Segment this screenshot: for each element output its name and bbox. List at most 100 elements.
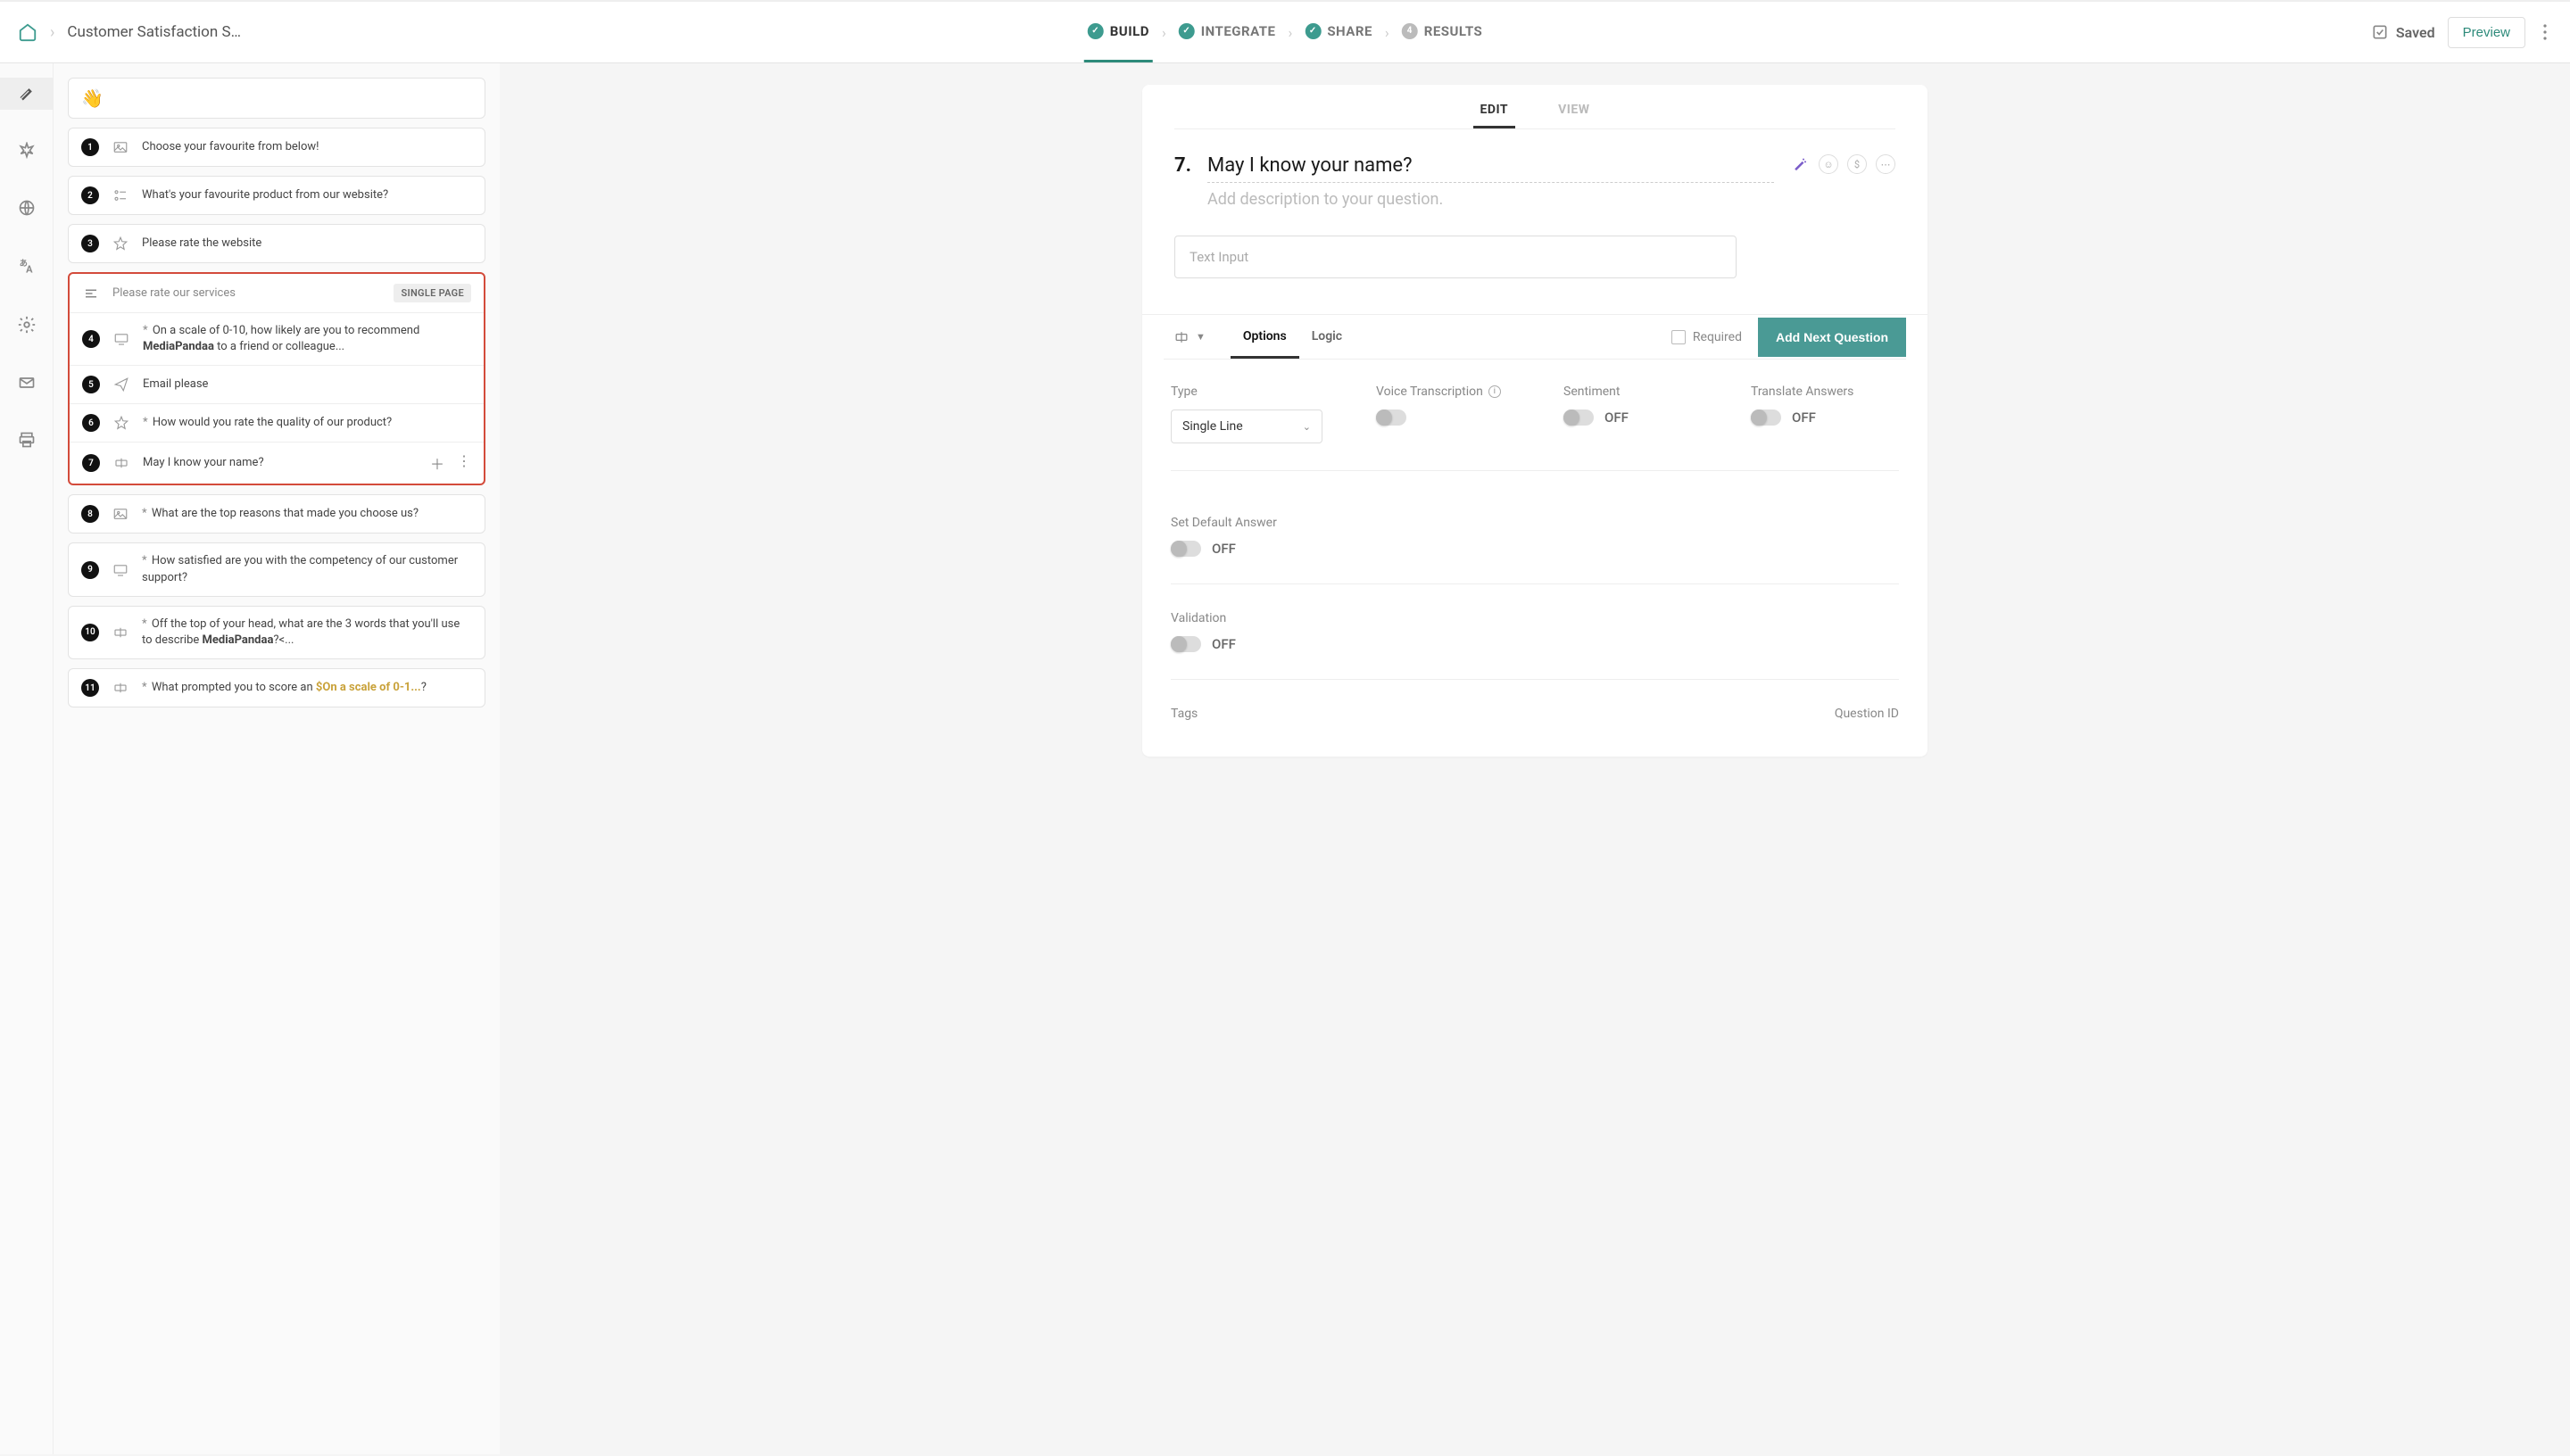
question-number: 7.	[1174, 154, 1191, 177]
rail-edit-icon[interactable]	[0, 78, 53, 110]
tags-label: Tags	[1171, 707, 1198, 721]
question-group: Please rate our services SINGLE PAGE 4* …	[68, 272, 485, 485]
sentiment-toggle[interactable]	[1563, 410, 1594, 426]
question-number-badge: 3	[81, 235, 99, 252]
group-question-item[interactable]: 4* On a scale of 0-10, how likely are yo…	[70, 313, 484, 366]
options-panel: ▼ Options Logic Required Add Next Questi…	[1142, 314, 1928, 757]
check-icon: ✓	[1088, 23, 1104, 39]
more-menu-icon[interactable]	[2538, 24, 2552, 40]
question-text: * How satisfied are you with the compete…	[142, 553, 472, 585]
question-type-dropdown[interactable]: ▼	[1164, 318, 1215, 357]
list-check-icon	[112, 187, 129, 203]
question-card[interactable]: 8* What are the top reasons that made yo…	[68, 494, 485, 534]
translate-toggle[interactable]	[1751, 410, 1781, 426]
image-icon	[112, 139, 129, 155]
add-icon[interactable]: ＋	[430, 452, 444, 474]
question-text: Please rate the website	[142, 236, 261, 252]
group-question-item[interactable]: 5 Email please	[70, 366, 484, 404]
question-text: * What are the top reasons that made you…	[142, 506, 419, 522]
group-question-item[interactable]: 6 * How would you rate the quality of our…	[70, 404, 484, 443]
step-build[interactable]: ✓ BUILD	[1084, 2, 1153, 62]
question-card[interactable]: 2 What's your favourite product from our …	[68, 176, 485, 215]
build-steps: ✓ BUILD › ✓ INTEGRATE › ✓ SHARE › 4 RESU…	[1084, 2, 1487, 62]
preview-button[interactable]: Preview	[2448, 17, 2525, 48]
add-next-question-button[interactable]: Add Next Question	[1758, 318, 1906, 357]
checkbox-icon[interactable]	[1671, 330, 1686, 344]
topbar: › Customer Satisfaction Sur… ✓ BUILD › ✓…	[0, 0, 2570, 63]
more-icon[interactable]: ⋯	[1876, 154, 1895, 174]
saved-indicator: Saved	[2371, 23, 2435, 41]
tab-options[interactable]: Options	[1231, 315, 1299, 359]
type-select[interactable]: Single Line ⌄	[1171, 410, 1322, 443]
question-number-badge: 9	[81, 561, 99, 579]
step-results[interactable]: 4 RESULTS	[1398, 2, 1487, 62]
tab-logic[interactable]: Logic	[1299, 315, 1355, 359]
check-icon: ✓	[1179, 23, 1195, 39]
rail-theme-icon[interactable]	[0, 135, 53, 167]
question-text: Email please	[143, 376, 208, 393]
question-number-badge: 1	[81, 138, 99, 156]
rail-print-icon[interactable]	[0, 424, 53, 456]
wave-emoji-icon: 👋	[81, 87, 104, 109]
screen-icon	[112, 562, 129, 578]
home-icon[interactable]	[18, 22, 37, 42]
textbox-icon	[112, 680, 129, 696]
question-card[interactable]: 1 Choose your favourite from below!	[68, 128, 485, 167]
question-card[interactable]: 9 * How satisfied are you with the compet…	[68, 542, 485, 596]
question-description-input[interactable]: Add description to your question.	[1207, 190, 1774, 209]
rail-language-icon[interactable]: あA	[0, 249, 53, 283]
sentiment-label: Sentiment	[1563, 385, 1697, 399]
translate-label: Translate Answers	[1751, 385, 1885, 399]
default-answer-label: Set Default Answer	[1171, 516, 1899, 530]
question-text: What's your favourite product from our w…	[142, 187, 388, 203]
question-number-badge: 4	[82, 330, 100, 348]
group-title: Please rate our services	[112, 286, 381, 300]
welcome-card[interactable]: 👋	[68, 78, 485, 119]
group-header[interactable]: Please rate our services SINGLE PAGE	[70, 274, 484, 313]
question-list-panel: 👋 1 Choose your favourite from below! 2 Wha…	[54, 63, 500, 1454]
star-icon	[112, 415, 130, 431]
question-number-badge: 11	[81, 679, 99, 697]
star-icon	[112, 236, 129, 252]
textbox-icon	[112, 455, 130, 471]
question-card[interactable]: 10 * Off the top of your head, what are t…	[68, 606, 485, 659]
question-number-badge: 6	[82, 414, 100, 432]
question-text: * Off the top of your head, what are the…	[142, 616, 472, 649]
textbox-icon	[112, 625, 129, 641]
group-question-item[interactable]: 7May I know your name?＋⋮	[70, 443, 484, 484]
currency-icon[interactable]: $	[1847, 154, 1867, 174]
section-icon	[82, 285, 100, 302]
tab-view[interactable]: VIEW	[1551, 103, 1596, 128]
type-label: Type	[1171, 385, 1322, 399]
question-text: * How would you rate the quality of our …	[143, 415, 392, 431]
emoji-icon[interactable]: ☺	[1819, 154, 1838, 174]
validation-label: Validation	[1171, 611, 1899, 625]
question-text: * What prompted you to score an $On a sc…	[142, 680, 427, 696]
question-card[interactable]: 11 * What prompted you to score an $On a …	[68, 668, 485, 707]
rail-mail-icon[interactable]	[0, 367, 53, 399]
voice-toggle[interactable]	[1376, 410, 1406, 426]
question-number-badge: 5	[82, 376, 100, 393]
required-checkbox[interactable]: Required	[1671, 330, 1742, 344]
tab-edit[interactable]: EDIT	[1473, 103, 1516, 128]
step-integrate[interactable]: ✓ INTEGRATE	[1175, 2, 1280, 62]
question-title-input[interactable]: May I know your name?	[1207, 154, 1774, 183]
more-icon[interactable]: ⋮	[457, 452, 471, 474]
validation-toggle[interactable]	[1171, 636, 1201, 652]
text-input-preview[interactable]: Text Input	[1174, 236, 1737, 278]
screen-icon	[112, 331, 130, 347]
ai-wand-icon[interactable]	[1790, 154, 1810, 174]
rail-globe-icon[interactable]	[0, 192, 53, 224]
question-card[interactable]: 3 Please rate the website	[68, 224, 485, 263]
rail-settings-icon[interactable]	[0, 308, 53, 342]
question-number-badge: 10	[81, 624, 99, 641]
question-text: May I know your name?	[143, 455, 264, 471]
send-icon	[112, 376, 130, 393]
svg-text:A: A	[26, 263, 33, 275]
default-answer-toggle[interactable]	[1171, 541, 1201, 557]
editor-tabs: EDIT VIEW	[1174, 103, 1895, 129]
info-icon[interactable]: i	[1488, 385, 1501, 398]
step-share[interactable]: ✓ SHARE	[1301, 2, 1376, 62]
question-number-badge: 2	[81, 186, 99, 204]
question-text: Choose your favourite from below!	[142, 139, 319, 155]
